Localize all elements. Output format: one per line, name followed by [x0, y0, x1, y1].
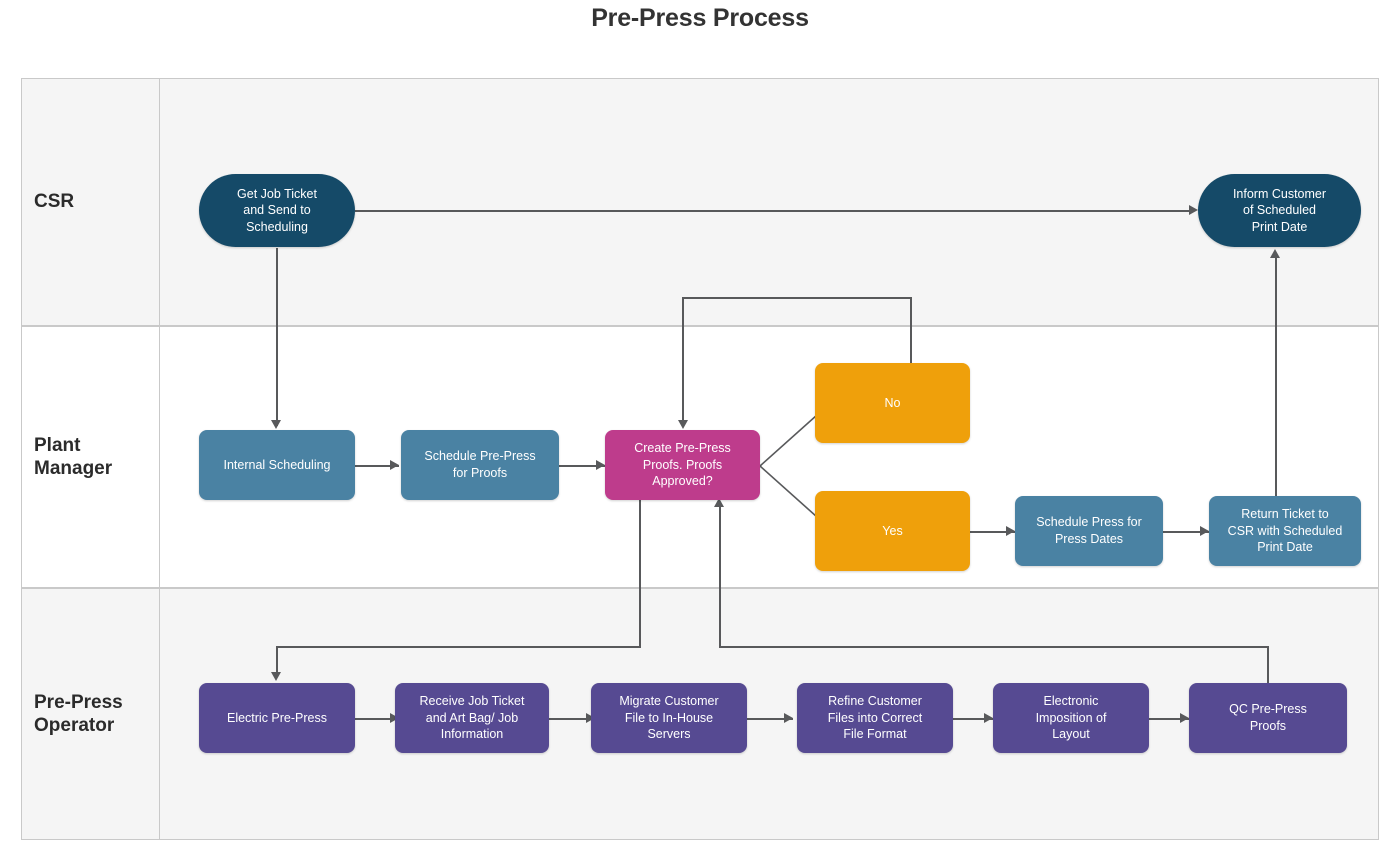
- node-label-electric-prepress: Electric Pre-Press: [226, 710, 328, 725]
- edge-qc-to-create-proofs-up-left: [719, 506, 721, 647]
- page-title: Pre-Press Process: [591, 4, 809, 32]
- node-receive-job-ticket[interactable]: Receive Job Ticket and Art Bag/ Job Info…: [395, 683, 549, 753]
- node-label-return-ticket: Return Ticket to CSR with Scheduled Prin…: [1227, 507, 1343, 555]
- node-label-internal-scheduling: Internal Scheduling: [223, 457, 331, 472]
- node-label-get-job-ticket: Get Job Ticket and Send to Scheduling: [237, 186, 317, 234]
- node-decision-no[interactable]: No: [815, 363, 970, 443]
- lane-label-plant-manager: Plant Manager: [34, 434, 113, 479]
- node-qc-prepress-proofs[interactable]: QC Pre-Press Proofs: [1189, 683, 1347, 753]
- edge-get-job-ticket-to-internal-scheduling: [276, 248, 278, 426]
- node-inform-customer[interactable]: Inform Customer of Scheduled Print Date: [1198, 174, 1361, 247]
- swimlane-diagram: CSR Plant Manager Pre-Press Operator Get…: [21, 78, 1379, 840]
- lane-label-pre-press-operator: Pre-Press Operator: [34, 691, 123, 736]
- lane-header-pre-press-operator: Pre-Press Operator: [22, 589, 160, 839]
- node-label-schedule-press: Schedule Press for Press Dates: [1036, 515, 1142, 546]
- edge-no-loop-horizontal: [682, 297, 912, 299]
- node-label-decision-yes: Yes: [882, 523, 903, 538]
- node-get-job-ticket[interactable]: Get Job Ticket and Send to Scheduling: [199, 174, 355, 247]
- arrowhead-refine-left: [784, 713, 793, 723]
- edge-create-proofs-to-electric-down: [639, 497, 641, 647]
- node-electric-prepress[interactable]: Electric Pre-Press: [199, 683, 355, 753]
- edge-qc-to-create-proofs-horizontal: [719, 646, 1269, 648]
- arrowhead-schedule-press-left: [1006, 526, 1015, 536]
- node-label-qc-prepress-proofs: QC Pre-Press Proofs: [1229, 702, 1307, 733]
- node-label-schedule-prepress: Schedule Pre-Press for Proofs: [424, 449, 536, 480]
- arrowhead-create-proofs-top: [678, 420, 688, 429]
- node-label-refine-customer-files: Refine Customer Files into Correct File …: [827, 694, 923, 742]
- arrowhead-imposition-left: [984, 713, 993, 723]
- edge-return-ticket-to-inform-customer: [1275, 257, 1277, 502]
- node-return-ticket[interactable]: Return Ticket to CSR with Scheduled Prin…: [1209, 496, 1361, 566]
- arrowhead-create-proofs-left: [596, 460, 605, 470]
- node-label-receive-job-ticket: Receive Job Ticket and Art Bag/ Job Info…: [419, 694, 525, 742]
- lane-label-csr: CSR: [34, 191, 75, 213]
- node-create-prepress-proofs[interactable]: Create Pre-Press Proofs. Proofs Approved…: [605, 430, 760, 500]
- node-decision-yes[interactable]: Yes: [815, 491, 970, 571]
- edge-no-loop-vertical-right: [910, 297, 912, 363]
- edge-no-loop-vertical-left: [682, 297, 684, 425]
- node-electronic-imposition[interactable]: Electronic Imposition of Layout: [993, 683, 1149, 753]
- node-internal-scheduling[interactable]: Internal Scheduling: [199, 430, 355, 500]
- node-label-migrate-customer-file: Migrate Customer File to In-House Server…: [619, 694, 719, 742]
- node-label-decision-no: No: [884, 395, 901, 410]
- lane-header-plant-manager: Plant Manager: [22, 327, 160, 587]
- node-schedule-prepress[interactable]: Schedule Pre-Press for Proofs: [401, 430, 559, 500]
- node-refine-customer-files[interactable]: Refine Customer Files into Correct File …: [797, 683, 953, 753]
- node-schedule-press[interactable]: Schedule Press for Press Dates: [1015, 496, 1163, 566]
- arrowhead-electric-prepress-top: [271, 672, 281, 681]
- edge-get-job-ticket-to-inform-customer: [355, 210, 1193, 212]
- arrowhead-qc-left: [1180, 713, 1189, 723]
- arrowhead-internal-scheduling-top: [271, 420, 281, 429]
- arrowhead-inform-customer-bottom: [1270, 249, 1280, 258]
- arrowhead-schedule-prepress-left: [390, 460, 399, 470]
- node-migrate-customer-file[interactable]: Migrate Customer File to In-House Server…: [591, 683, 747, 753]
- node-label-create-prepress-proofs: Create Pre-Press Proofs. Proofs Approved…: [634, 441, 731, 489]
- edge-create-proofs-to-electric-horizontal: [276, 646, 641, 648]
- arrowhead-return-ticket-left: [1200, 526, 1209, 536]
- node-label-electronic-imposition: Electronic Imposition of Layout: [1035, 694, 1107, 742]
- lane-header-csr: CSR: [22, 79, 160, 325]
- arrowhead-inform-customer-left: [1189, 205, 1198, 215]
- node-label-inform-customer: Inform Customer of Scheduled Print Date: [1232, 186, 1327, 234]
